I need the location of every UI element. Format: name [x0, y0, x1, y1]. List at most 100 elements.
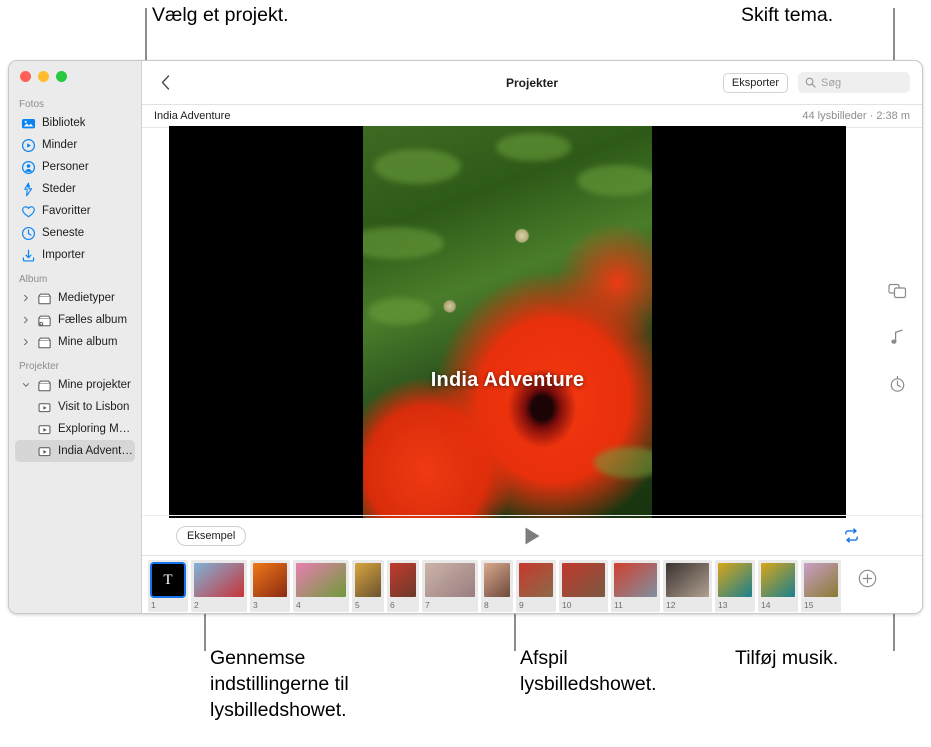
filmstrip-slide[interactable]: 15 — [801, 560, 841, 612]
slide-thumbnail[interactable] — [253, 563, 287, 597]
clock-icon — [21, 226, 36, 241]
sidebar-item-exploring-mor[interactable]: Exploring Mor... — [15, 418, 135, 440]
slideshow-icon — [37, 444, 52, 459]
sidebar-item-label: Visit to Lisbon — [58, 401, 129, 413]
slide-number: 14 — [761, 600, 770, 611]
sidebar-item-bibliotek[interactable]: Bibliotek — [15, 112, 135, 134]
sidebar-item-favoritter[interactable]: Favoritter — [15, 200, 135, 222]
transport-bar: Eksempel — [142, 515, 922, 555]
filmstrip-slide[interactable]: T1 — [148, 560, 188, 612]
slide-thumbnail[interactable] — [355, 563, 381, 597]
slide-thumbnail[interactable] — [296, 563, 346, 597]
sidebar-item-steder[interactable]: Steder — [15, 178, 135, 200]
sidebar-item-label: Importer — [42, 249, 85, 261]
slide-canvas[interactable]: India Adventure — [169, 126, 846, 518]
sidebar-item-visit-to-lisbon[interactable]: Visit to Lisbon — [15, 396, 135, 418]
slideshow-icon — [37, 444, 52, 459]
sidebar-item-medietyper[interactable]: Medietyper — [15, 287, 135, 309]
sidebar-item-label: Seneste — [42, 227, 84, 239]
slide-number: 10 — [562, 600, 571, 611]
search-input[interactable]: Søg — [798, 72, 910, 93]
sidebar-item-seneste[interactable]: Seneste — [15, 222, 135, 244]
slide-thumbnail[interactable] — [390, 563, 416, 597]
loop-icon — [843, 527, 860, 544]
chevron-right-icon — [22, 294, 30, 302]
zoom-button[interactable] — [56, 71, 67, 82]
slide-thumbnail[interactable] — [484, 563, 510, 597]
filmstrip-slide[interactable]: 12 — [663, 560, 712, 612]
play-button[interactable] — [519, 526, 545, 546]
filmstrip-slide[interactable]: 3 — [250, 560, 290, 612]
slide-thumbnail-image — [804, 563, 838, 597]
music-button[interactable] — [887, 326, 909, 348]
loop-button[interactable] — [843, 527, 860, 544]
sidebar-item-label: Medietyper — [58, 292, 115, 304]
sidebar-item-mine-album[interactable]: Mine album — [15, 331, 135, 353]
slide-number: 2 — [194, 600, 199, 611]
sidebar-item-india-adventure[interactable]: India Adventure — [15, 440, 135, 462]
back-button[interactable] — [154, 72, 176, 94]
filmstrip-slide[interactable]: 13 — [715, 560, 755, 612]
slideshow-icon — [37, 422, 52, 437]
slide-thumbnail[interactable] — [761, 563, 795, 597]
slide-thumbnail-image — [718, 563, 752, 597]
sidebar-item-minder[interactable]: Minder — [15, 134, 135, 156]
slide-thumbnail-image — [519, 563, 553, 597]
slide-number: 13 — [718, 600, 727, 611]
slide-thumbnail[interactable] — [194, 563, 244, 597]
slide-number: 11 — [614, 600, 623, 611]
slide-photo — [363, 126, 653, 518]
chevron-left-icon — [161, 75, 170, 90]
sidebar-item-mine-projekter[interactable]: Mine projekter — [15, 374, 135, 396]
sidebar-item-importer[interactable]: Importer — [15, 244, 135, 266]
filmstrip-slide[interactable]: 11 — [611, 560, 660, 612]
filmstrip-slide[interactable]: 6 — [387, 560, 419, 612]
slide-number: 12 — [666, 600, 675, 611]
sidebar-item-personer[interactable]: Personer — [15, 156, 135, 178]
filmstrip[interactable]: T1 2 3456789 10 11 12 13 14 15 — [142, 555, 922, 613]
theme-cards-icon — [888, 283, 907, 299]
import-icon — [21, 248, 36, 263]
callout-play-slideshow: Afspil lysbilledshowet. — [520, 645, 657, 697]
library-icon — [21, 116, 36, 131]
filmstrip-slide[interactable]: 5 — [352, 560, 384, 612]
minimize-button[interactable] — [38, 71, 49, 82]
disclosure-triangle[interactable] — [21, 294, 31, 302]
slide-thumbnail[interactable] — [666, 563, 709, 597]
disclosure-triangle[interactable] — [21, 316, 31, 324]
callout-review-settings: Gennemse indstillingerne til lysbilledsh… — [210, 645, 349, 723]
slide-number: 15 — [804, 600, 813, 611]
disclosure-triangle[interactable] — [21, 381, 31, 389]
filmstrip-slide[interactable]: 4 — [293, 560, 349, 612]
sidebar: FotosBibliotekMinderPersonerStederFavori… — [9, 61, 142, 613]
filmstrip-slide[interactable]: 2 — [191, 560, 247, 612]
close-button[interactable] — [20, 71, 31, 82]
slide-title-text: India Adventure — [169, 369, 846, 392]
filmstrip-slide[interactable]: 8 — [481, 560, 513, 612]
slide-thumbnail[interactable]: T — [151, 563, 185, 597]
places-icon — [21, 182, 36, 197]
clock-icon — [21, 226, 36, 241]
filmstrip-slide[interactable]: 14 — [758, 560, 798, 612]
slide-thumbnail[interactable] — [519, 563, 553, 597]
slide-thumbnail[interactable] — [425, 563, 475, 597]
add-slide-button[interactable] — [858, 569, 877, 588]
slide-thumbnail[interactable] — [614, 563, 657, 597]
shared-folder-icon — [37, 313, 52, 328]
duration-button[interactable] — [887, 372, 909, 394]
filmstrip-slide[interactable]: 7 — [422, 560, 478, 612]
disclosure-triangle[interactable] — [21, 338, 31, 346]
slide-thumbnail[interactable] — [804, 563, 838, 597]
slide-thumbnail[interactable] — [718, 563, 752, 597]
project-meta: 44 lysbilleder · 2:38 m — [802, 110, 910, 122]
preview-button[interactable]: Eksempel — [176, 526, 246, 546]
filmstrip-slide[interactable]: 9 — [516, 560, 556, 612]
slide-thumbnail[interactable] — [562, 563, 605, 597]
sidebar-item-f-lles-album[interactable]: Fælles album — [15, 309, 135, 331]
filmstrip-slide[interactable]: 10 — [559, 560, 608, 612]
theme-button[interactable] — [887, 280, 909, 302]
slide-thumbnail-image — [666, 563, 709, 597]
slide-thumbnail-image — [761, 563, 795, 597]
export-button[interactable]: Eksporter — [723, 73, 788, 93]
people-icon — [21, 160, 36, 175]
